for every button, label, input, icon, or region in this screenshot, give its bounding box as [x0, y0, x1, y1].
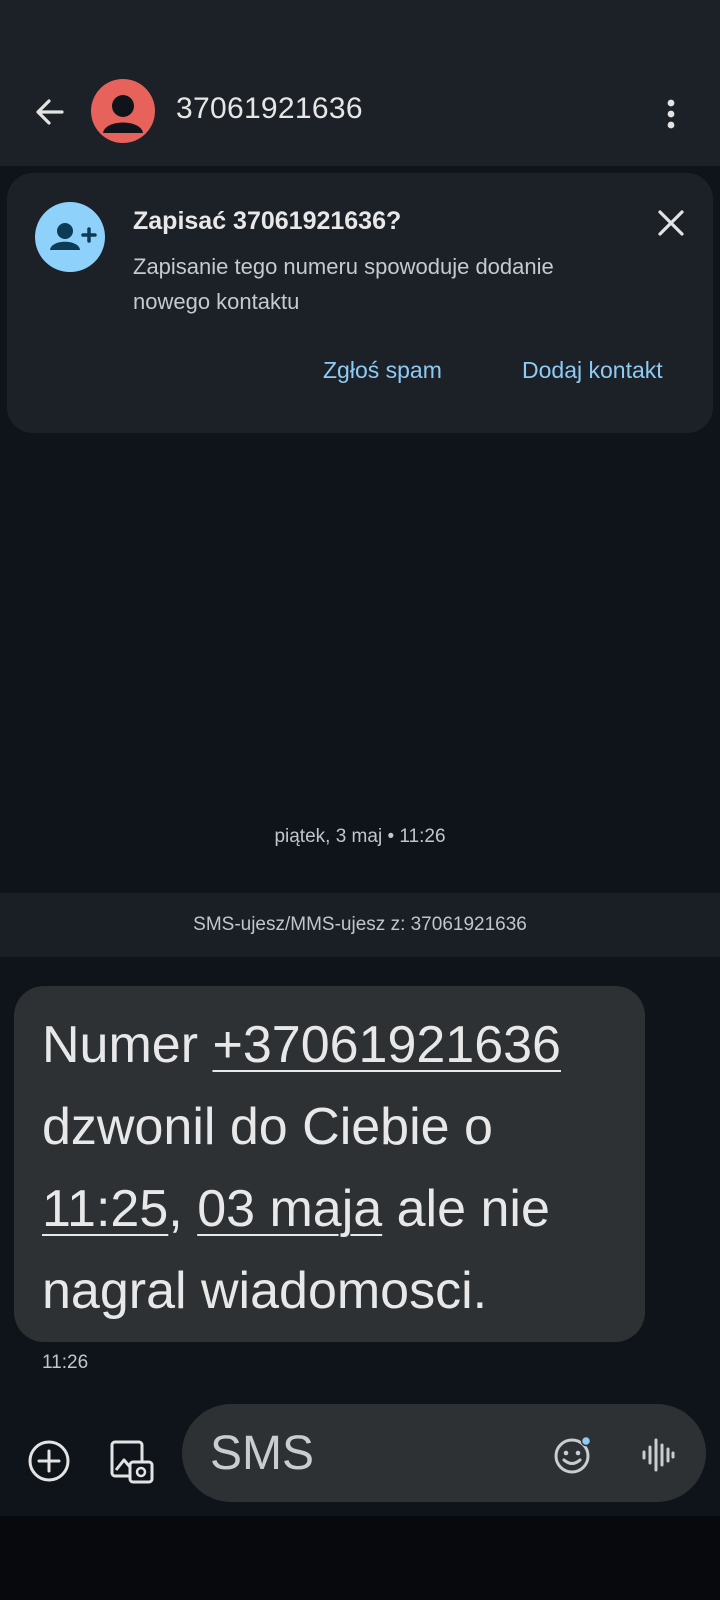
phone-number-link[interactable]: +37061921636	[212, 1016, 561, 1074]
message-part: dzwonil do Ciebie o	[42, 1098, 493, 1156]
message-part: ,	[168, 1180, 198, 1238]
message-date: piątek, 3 maj • 11:26	[274, 826, 446, 847]
status-bar	[0, 0, 720, 60]
message-bubble[interactable]: Numer +37061921636 dzwonil do Ciebie o 1…	[14, 986, 645, 1342]
person-add-icon	[35, 202, 105, 272]
add-contact-button[interactable]: Dodaj kontakt	[522, 357, 663, 384]
time-link[interactable]: 11:25	[42, 1180, 168, 1238]
message-part: Numer	[42, 1016, 213, 1074]
more-vert-icon[interactable]	[656, 94, 686, 134]
navigation-bar	[0, 1516, 720, 1600]
message-timestamp: 11:26	[42, 1352, 89, 1373]
message-input[interactable]: SMS	[182, 1404, 706, 1502]
arrow-back-icon[interactable]	[28, 90, 72, 134]
message-input-placeholder: SMS	[210, 1427, 315, 1480]
contact-avatar[interactable]	[91, 79, 155, 143]
date-link[interactable]: 03 maja	[197, 1180, 382, 1238]
composer-bar: SMS	[0, 1404, 720, 1516]
sms-info-text: SMS-ujesz/MMS-ujesz z: 37061921636	[193, 914, 527, 935]
message-part: nagral wiadomosci.	[42, 1262, 488, 1320]
conversation-title: 37061921636	[176, 92, 363, 125]
app-bar: 37061921636	[0, 60, 720, 166]
sms-info-band: SMS-ujesz/MMS-ujesz z: 37061921636	[0, 893, 720, 957]
voice-waveform-icon[interactable]	[640, 1436, 676, 1474]
save-contact-card: Zapisać 37061921636? Zapisanie tego nume…	[7, 173, 713, 433]
person-avatar-icon	[103, 95, 143, 133]
save-card-title: Zapisać 37061921636?	[133, 207, 402, 235]
gallery-icon[interactable]	[108, 1438, 156, 1486]
message-part: ale nie	[382, 1180, 550, 1238]
add-circle-icon[interactable]	[26, 1438, 72, 1484]
message-text: Numer +37061921636 dzwonil do Ciebie o 1…	[42, 1004, 561, 1332]
close-icon[interactable]	[651, 203, 691, 243]
emoji-icon[interactable]	[552, 1434, 594, 1476]
report-spam-button[interactable]: Zgłoś spam	[323, 357, 442, 384]
save-card-subtitle: Zapisanie tego numeru spowoduje dodanie …	[133, 254, 554, 314]
